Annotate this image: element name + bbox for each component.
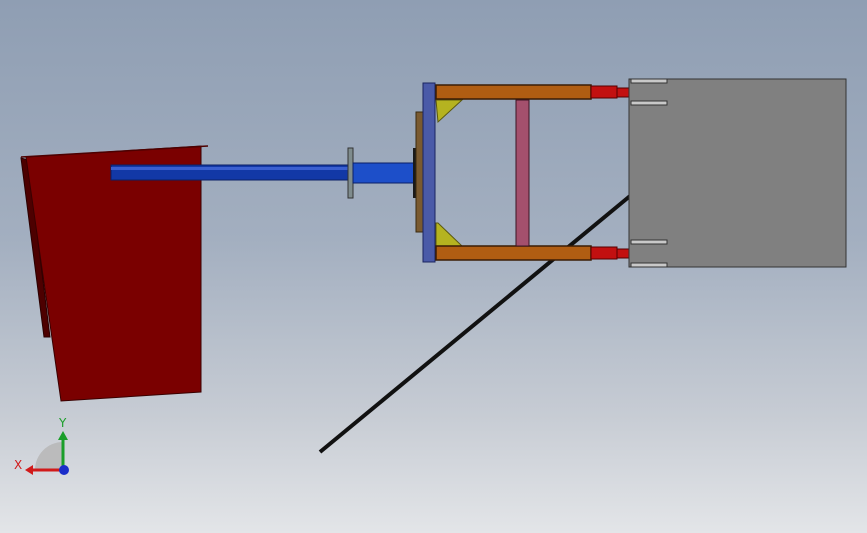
box-clip-bottom-2: [630, 262, 668, 268]
box-clip-top-1: [630, 78, 668, 84]
bottom-gusset[interactable]: [435, 222, 464, 247]
grey-enclosure-box[interactable]: [628, 78, 847, 268]
triad-y-label: Y: [58, 416, 67, 430]
center-cross-bar[interactable]: [515, 99, 530, 247]
diagonal-rod[interactable]: [318, 194, 632, 454]
bottom-rail[interactable]: [435, 245, 592, 261]
shaft-highlight: [111, 167, 352, 170]
shaft-sleeve[interactable]: [352, 162, 416, 184]
triad-y-arrowhead: [58, 431, 68, 440]
box-clip-bottom-1: [630, 239, 668, 245]
triad-x-label: X: [14, 458, 22, 472]
triad-quarter-disc: [35, 442, 63, 470]
hopper-housing[interactable]: [20, 145, 209, 402]
shaft-flange[interactable]: [347, 147, 354, 199]
bottom-rail-end[interactable]: [590, 246, 618, 260]
top-rail-end[interactable]: [590, 85, 618, 99]
triad-x-arrowhead: [25, 465, 33, 475]
top-gusset[interactable]: [435, 99, 464, 124]
triad-z-origin: [59, 465, 69, 475]
frame-end-plate[interactable]: [422, 82, 436, 263]
hopper-front-face: [25, 145, 202, 402]
reference-triad[interactable]: Y X: [14, 416, 69, 475]
cad-graphics-viewport[interactable]: Y X: [0, 0, 867, 533]
top-rail[interactable]: [435, 84, 592, 100]
box-clip-top-2: [630, 100, 668, 106]
assembly-model-view[interactable]: Y X: [0, 0, 867, 533]
